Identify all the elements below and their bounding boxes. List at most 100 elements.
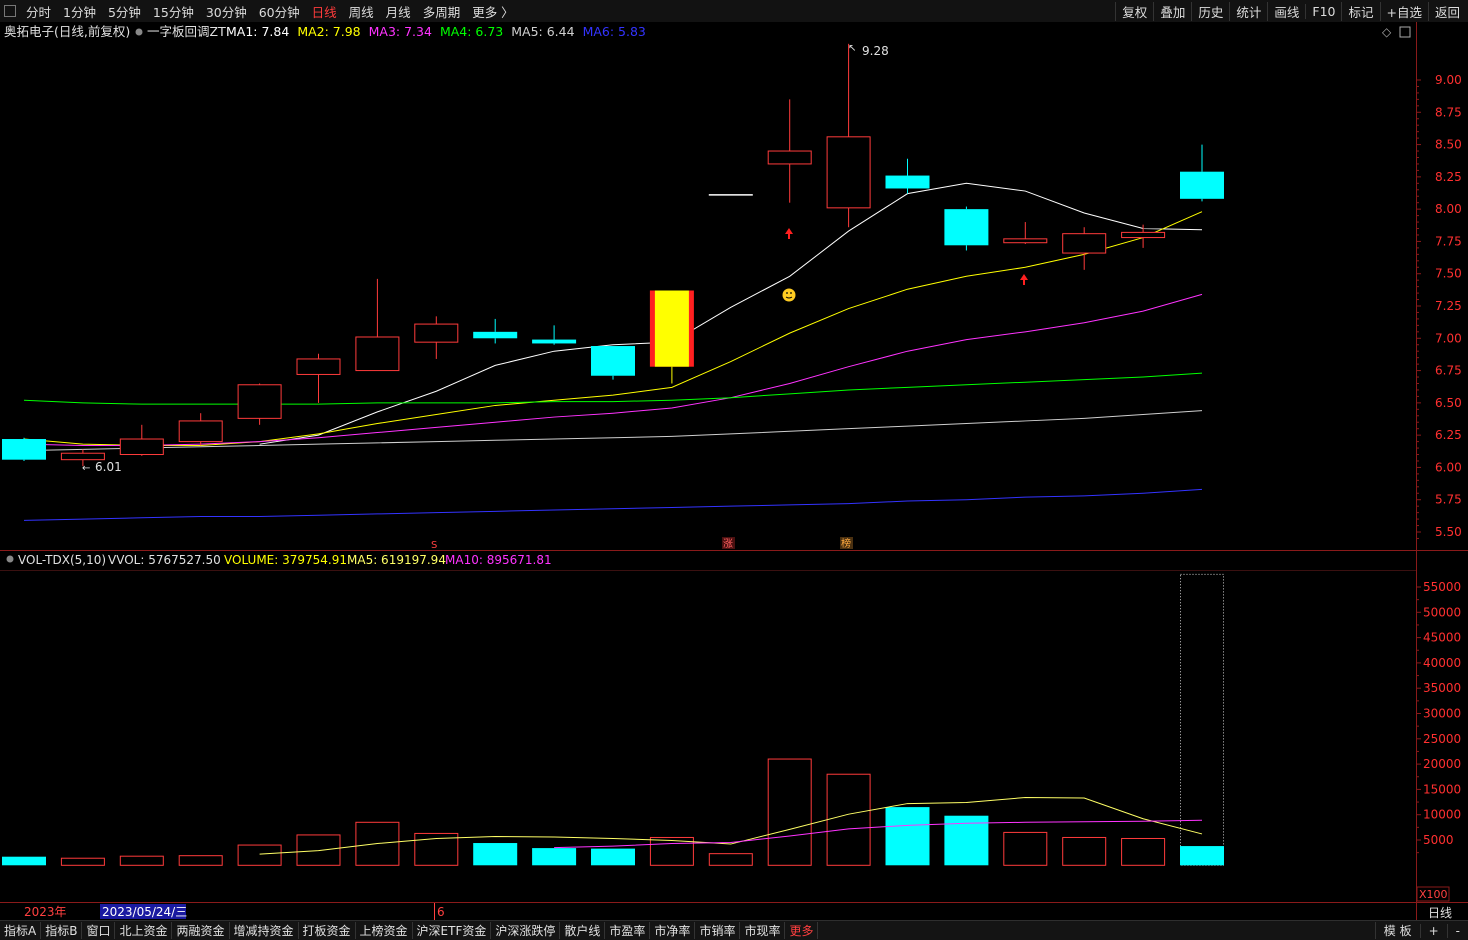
indicator-tab-11[interactable]: 市盈率	[605, 922, 651, 939]
price-tick: 7.50	[1435, 267, 1462, 281]
indicator-tab-6[interactable]: 打板资金	[299, 922, 356, 939]
bottom-button-1[interactable]: +	[1419, 923, 1447, 938]
indicator-tab-8[interactable]: 沪深ETF资金	[413, 922, 492, 939]
toolbar-button-8[interactable]: 返回	[1427, 1, 1466, 21]
period-tab-7[interactable]: 周线	[343, 2, 380, 21]
price-tick: 5.50	[1435, 525, 1462, 539]
indicator-dot-icon	[135, 28, 143, 36]
volume-tick: 25000	[1423, 732, 1461, 746]
period-toolbar: 分时 1分钟 5分钟 15分钟 30分钟 60分钟 日线 周线 月线 多周期 更多 〉 复权 叠加 历史…	[0, 0, 1468, 23]
period-tab-1[interactable]: 1分钟	[57, 2, 102, 21]
indicator-tab-14[interactable]: 市现率	[740, 922, 786, 939]
volume-tick: 50000	[1423, 605, 1461, 619]
leaderboard-marker: 榜	[841, 537, 851, 550]
volume-unit: X100	[1419, 888, 1448, 901]
indicator-tab-5[interactable]: 增减持资金	[230, 922, 299, 939]
volume-tick: 30000	[1423, 707, 1461, 721]
stock-title: 奥拓电子(日线,前复权)	[4, 24, 130, 39]
kline-chart[interactable]: 奥拓电子(日线,前复权) 一字板回调ZT MA1: 7.84 MA2: 7.98 M…	[0, 22, 1468, 920]
ma-label-3: MA3: 7.34	[369, 24, 432, 39]
price-tick: 7.75	[1435, 234, 1462, 248]
volume-bar	[60, 857, 105, 866]
price-tick: 7.00	[1435, 331, 1462, 345]
window-menu-icon[interactable]	[4, 5, 16, 17]
volume-bar	[237, 844, 282, 866]
period-tab-10[interactable]: 更多 〉	[466, 2, 519, 21]
price-tick: 5.75	[1435, 493, 1462, 507]
indicator-tab-12[interactable]: 市净率	[650, 922, 696, 939]
volume-bar	[826, 773, 871, 866]
vol-indicator-name[interactable]: VOL-TDX(5,10)	[18, 553, 106, 567]
indicator-tab-13[interactable]: 市销率	[695, 922, 741, 939]
price-tick: 8.00	[1435, 202, 1462, 216]
low-label: 6.01	[95, 460, 122, 474]
volume-bar	[708, 853, 753, 866]
price-tick: 9.00	[1435, 73, 1462, 87]
price-tick: 7.25	[1435, 299, 1462, 313]
volume-bar	[885, 807, 930, 866]
toolbar-button-3[interactable]: 统计	[1229, 1, 1267, 21]
period-tab-4[interactable]: 30分钟	[200, 2, 253, 21]
volume-bar	[119, 855, 164, 866]
low-arrow-icon: ←	[82, 463, 90, 474]
volume-tick: 55000	[1423, 580, 1461, 594]
indicator-tab-15[interactable]: 更多	[785, 922, 819, 939]
indicator-tab-0[interactable]: 指标A	[0, 922, 42, 939]
indicator-tab-7[interactable]: 上榜资金	[356, 922, 413, 939]
volume-bar	[1180, 846, 1224, 866]
price-tick: 6.25	[1435, 428, 1462, 442]
ma-label-4: MA4: 6.73	[440, 24, 503, 39]
period-tab-8[interactable]: 月线	[380, 2, 417, 21]
period-tab-9[interactable]: 多周期	[417, 2, 467, 21]
date-year: 2023年	[24, 905, 67, 919]
period-tab-6[interactable]: 日线	[306, 2, 343, 21]
diamond-icon[interactable]: ◇	[1382, 25, 1392, 39]
indicator-tab-10[interactable]: 散户线	[560, 922, 606, 939]
ma-label-1: MA1: 7.84	[226, 24, 289, 39]
indicator-tab-1[interactable]: 指标B	[41, 922, 83, 939]
toolbar-button-5[interactable]: F10	[1305, 3, 1341, 19]
smiley-icon	[782, 288, 796, 302]
period-tab-0[interactable]: 分时	[20, 2, 57, 21]
bottom-button-2[interactable]: -	[1446, 923, 1468, 938]
vol-ma5-value: MA5: 619197.94	[347, 553, 446, 567]
date-month: 6	[437, 905, 445, 919]
vvol-value: VVOL: 5767527.50	[108, 553, 221, 567]
indicator-tab-4[interactable]: 两融资金	[172, 922, 230, 939]
high-arrow-icon: ↖	[848, 43, 856, 54]
period-label: 日线	[1428, 906, 1452, 920]
signal-s-marker: S	[431, 540, 437, 551]
indicator-tab-9[interactable]: 沪深涨跌停	[491, 922, 561, 939]
indicator-name[interactable]: 一字板回调ZT	[147, 24, 226, 39]
indicator-tab-3[interactable]: 北上资金	[115, 922, 173, 939]
price-tick: 6.75	[1435, 364, 1462, 378]
limit-up-marker: 涨	[723, 538, 733, 550]
volume-bar	[473, 843, 518, 866]
volume-tick: 35000	[1423, 681, 1461, 695]
toolbar-button-1[interactable]: 叠加	[1153, 1, 1191, 21]
toolbar-button-7[interactable]: +自选	[1379, 1, 1428, 21]
volume-bar	[2, 856, 46, 866]
toolbar-button-2[interactable]: 历史	[1191, 1, 1229, 21]
volume-bar	[532, 848, 577, 866]
price-tick: 8.50	[1435, 138, 1462, 152]
volume-value: VOLUME: 379754.91	[224, 553, 347, 567]
toolbar-button-6[interactable]: 标记	[1341, 1, 1379, 21]
indicator-tabbar: 指标A 指标B 窗口 北上资金 两融资金 增减持资金 打板资金 上榜资金 沪深ETF资金 沪深涨跌…	[0, 920, 1468, 940]
period-tab-2[interactable]: 5分钟	[102, 2, 147, 21]
period-tab-5[interactable]: 60分钟	[253, 2, 306, 21]
candle	[944, 206, 989, 251]
volume-tick: 45000	[1423, 631, 1461, 645]
vol-ma10-value: MA10: 895671.81	[445, 553, 552, 567]
toolbar-button-0[interactable]: 复权	[1115, 1, 1153, 21]
high-label: 9.28	[862, 44, 889, 58]
volume-dot-icon	[6, 555, 14, 563]
toolbar-button-4[interactable]: 画线	[1267, 1, 1305, 21]
ma-label-2: MA2: 7.98	[297, 24, 360, 39]
bottom-button-0[interactable]: 模 板	[1374, 922, 1420, 939]
volume-bar	[1121, 837, 1166, 866]
period-tab-3[interactable]: 15分钟	[147, 2, 200, 21]
candle	[2, 437, 46, 461]
volume-tick: 10000	[1423, 808, 1461, 822]
indicator-tab-2[interactable]: 窗口	[82, 922, 116, 939]
